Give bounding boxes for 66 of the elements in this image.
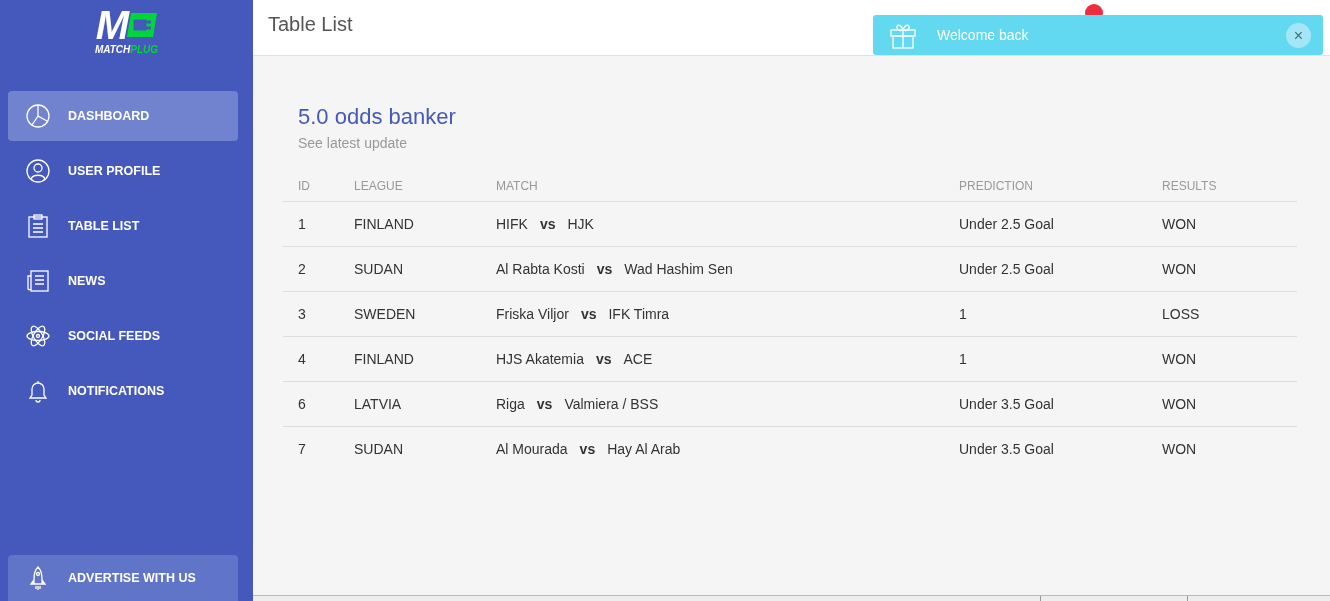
page-title: Table List xyxy=(268,13,353,36)
team-name: Friska Viljor xyxy=(496,306,569,322)
pie-chart-icon xyxy=(25,103,51,129)
close-button[interactable]: × xyxy=(1286,22,1311,48)
team-name: Al Mourada xyxy=(496,441,568,457)
table-cell: 3 xyxy=(283,291,339,337)
newspaper-icon xyxy=(25,268,51,294)
table-cell: Under 3.5 Goal xyxy=(944,426,1147,471)
card-title: 5.0 odds banker xyxy=(298,104,457,130)
table-cell: WON xyxy=(1147,426,1297,471)
versus-label: vs xyxy=(580,306,597,322)
column-header: RESULTS xyxy=(1147,171,1297,202)
table-cell: 1 xyxy=(944,336,1147,382)
versus-label: vs xyxy=(595,351,612,367)
advertise-button[interactable]: ADVERTISE WITH US xyxy=(8,555,238,601)
sidebar-item[interactable]: NEWS xyxy=(8,256,238,306)
table-cell: 4 xyxy=(283,336,339,382)
table-cell: FINLAND xyxy=(339,336,481,382)
sidebar-item[interactable]: SOCIAL FEEDS xyxy=(8,311,238,361)
table-cell: WON xyxy=(1147,246,1297,292)
table-cell: SUDAN xyxy=(339,426,481,471)
user-icon xyxy=(25,158,51,184)
team-name: ACE xyxy=(623,351,653,367)
table-cell: Under 2.5 Goal xyxy=(944,246,1147,292)
card-subtitle: See latest update xyxy=(298,135,408,151)
sidebar-item[interactable]: DASHBOARD xyxy=(8,91,238,141)
table-cell: 1 xyxy=(283,201,339,247)
table-cell: WON xyxy=(1147,336,1297,382)
brand-name: MATCHPLUG xyxy=(94,44,159,55)
sidebar-item[interactable]: USER PROFILE xyxy=(8,146,238,196)
team-name: Valmiera / BSS xyxy=(564,396,659,412)
team-name: HJS Akatemia xyxy=(496,351,584,367)
team-name: HJK xyxy=(567,216,594,232)
table-cell: FINLAND xyxy=(339,201,481,247)
atom-icon xyxy=(25,323,51,349)
table-cell: 2 xyxy=(283,246,339,292)
versus-label: vs xyxy=(596,261,613,277)
team-name: Hay Al Arab xyxy=(607,441,681,457)
logo-letter: M xyxy=(95,9,128,41)
column-header: PREDICTION xyxy=(944,171,1147,202)
table-cell: WON xyxy=(1147,201,1297,247)
team-name: Wad Hashim Sen xyxy=(624,261,733,277)
table-cell: 1 xyxy=(944,291,1147,337)
team-name: Al Rabta Kosti xyxy=(496,261,585,277)
column-header: ID xyxy=(283,171,339,202)
team-name: IFK Timra xyxy=(608,306,670,322)
table-cell: LATVIA xyxy=(339,381,481,427)
sidebar-item[interactable]: TABLE LIST xyxy=(8,201,238,251)
versus-label: vs xyxy=(536,396,553,412)
table-cell: Under 2.5 Goal xyxy=(944,201,1147,247)
clipboard-icon xyxy=(25,213,51,239)
team-name: Riga xyxy=(496,396,525,412)
table-cell: 7 xyxy=(283,426,339,471)
table-cell: 6 xyxy=(283,381,339,427)
table-cell: LOSS xyxy=(1147,291,1297,337)
column-header: LEAGUE xyxy=(339,171,481,202)
table-cell: WON xyxy=(1147,381,1297,427)
table-cell: Under 3.5 Goal xyxy=(944,381,1147,427)
table-cell: SWEDEN xyxy=(339,291,481,337)
toast-message: Welcome back xyxy=(937,27,1030,43)
versus-label: vs xyxy=(539,216,556,232)
versus-label: vs xyxy=(579,441,596,457)
sidebar-item[interactable]: NOTIFICATIONS xyxy=(8,366,238,416)
team-name: HIFK xyxy=(496,216,528,232)
column-header: MATCH xyxy=(481,171,944,202)
table-cell: SUDAN xyxy=(339,246,481,292)
